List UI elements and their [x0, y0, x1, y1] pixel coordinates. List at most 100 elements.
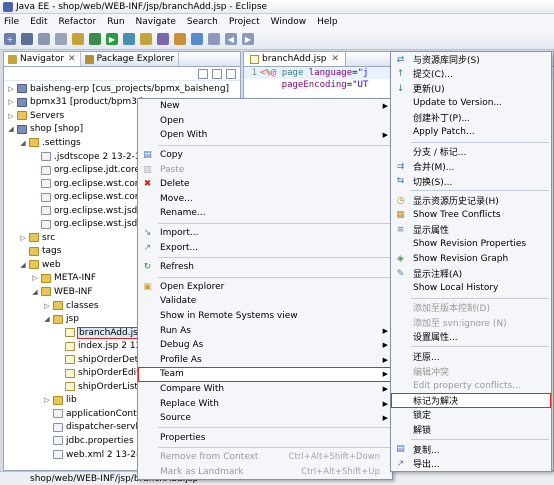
open-type-icon[interactable]	[72, 33, 84, 45]
run-external-icon[interactable]	[123, 33, 135, 45]
menu-item-item-28[interactable]: 解锁	[391, 422, 551, 437]
collapsed-icon[interactable]: ▷	[7, 85, 15, 93]
menu-item-item-27[interactable]: 锁定	[391, 408, 551, 423]
expanded-icon[interactable]: ◢	[7, 125, 15, 133]
menu-item-update-to-version[interactable]: Update to Version...	[391, 96, 551, 111]
menu-item-source[interactable]: Source ▶	[138, 411, 392, 426]
menu-item-u[interactable]: ↓ 更新(U)	[391, 81, 551, 96]
print-icon[interactable]	[55, 33, 67, 45]
menu-project[interactable]: Project	[229, 17, 260, 27]
search-icon[interactable]	[191, 33, 203, 45]
collapsed-icon[interactable]: ▷	[7, 98, 15, 106]
menu-item-h[interactable]: ◷ 显示资源历史记录(H)	[391, 193, 551, 208]
editor-tab-label: branchAdd.jsp	[262, 54, 327, 64]
menu-window[interactable]: Window	[271, 17, 307, 27]
collapsed-icon[interactable]: ▷	[43, 302, 51, 310]
menu-edit[interactable]: Edit	[30, 17, 47, 27]
menu-item-label: 合并(M)...	[413, 162, 455, 173]
close-icon[interactable]: ✕	[68, 54, 76, 64]
menu-item-show-revision-graph[interactable]: ◈ Show Revision Graph	[391, 252, 551, 267]
forward-icon[interactable]: ▶	[242, 33, 254, 45]
menu-refactor[interactable]: Refactor	[59, 17, 97, 27]
close-icon[interactable]: ✕	[331, 54, 339, 64]
back-icon[interactable]: ◀	[225, 33, 237, 45]
tree-item-label: jdbc.properties 2	[66, 435, 143, 446]
menu-item-item-7[interactable]: 分支 / 标记...	[391, 145, 551, 160]
menu-item-move[interactable]: Move...	[138, 192, 392, 207]
menu-item-open-explorer[interactable]: ▣ Open Explorer	[138, 280, 392, 295]
menu-item-a[interactable]: ✎ 显示注释(A)	[391, 266, 551, 281]
menu-item-export[interactable]: ↗ Export...	[138, 240, 392, 255]
tree-item-label: baisheng-erp [cus_projects/bpmx_baisheng…	[30, 83, 230, 94]
menu-file[interactable]: File	[4, 17, 19, 27]
menu-item-apply-patch[interactable]: Apply Patch...	[391, 125, 551, 140]
menu-item-run-as[interactable]: Run As ▶	[138, 323, 392, 338]
menu-item-delete[interactable]: ✖ Delete	[138, 177, 392, 192]
menu-navigate[interactable]: Navigate	[136, 17, 176, 27]
run-icon[interactable]: ▶	[106, 33, 118, 45]
debug-icon[interactable]	[89, 33, 101, 45]
collapsed-icon[interactable]: ▷	[43, 396, 51, 404]
menu-item-item-26[interactable]: 标记为解决	[391, 393, 551, 408]
tree-item[interactable]: ▷ baisheng-erp [cus_projects/bpmx_baishen…	[4, 82, 240, 96]
menu-item-show-tree-conflicts[interactable]: ▦ Show Tree Conflicts	[391, 208, 551, 223]
menu-item-rename[interactable]: Rename...	[138, 206, 392, 221]
menu-run[interactable]: Run	[107, 17, 124, 27]
menu-item-import[interactable]: ↘ Import...	[138, 226, 392, 241]
menu-item-replace-with[interactable]: Replace With ▶	[138, 396, 392, 411]
menu-item-c[interactable]: ↑ 提交(C)...	[391, 67, 551, 82]
save-all-icon[interactable]	[38, 33, 50, 45]
menu-item-item-21[interactable]: 设置属性...	[391, 330, 551, 345]
folder-icon	[53, 395, 63, 405]
tab-navigator[interactable]: Navigator ✕	[4, 52, 81, 66]
submenu-arrow-icon: ▶	[382, 102, 388, 111]
expanded-icon[interactable]: ◢	[43, 315, 51, 323]
menu-item-show-local-history[interactable]: Show Local History	[391, 281, 551, 296]
menu-item-item-30[interactable]: ▤ 复制...	[391, 442, 551, 457]
collapsed-icon[interactable]: ▷	[31, 274, 39, 282]
menu-item-team[interactable]: Team ▶	[138, 367, 392, 382]
menu-item-m[interactable]: ⇉ 合并(M)...	[391, 159, 551, 174]
menu-item-s[interactable]: ⇄ 与资源库同步(S)	[391, 52, 551, 67]
menu-item-validate[interactable]: Validate	[138, 294, 392, 309]
new-icon[interactable]: +	[4, 33, 16, 45]
view-menu-icon[interactable]	[226, 68, 236, 79]
expanded-icon[interactable]: ◢	[31, 288, 39, 296]
menu-item-label: Delete	[160, 179, 190, 190]
menu-item-show-revision-properties[interactable]: Show Revision Properties	[391, 237, 551, 252]
new-class-icon[interactable]	[157, 33, 169, 45]
save-icon[interactable]	[21, 33, 33, 45]
menu-item-s[interactable]: ⇆ 切换(S)...	[391, 174, 551, 189]
next-annotation-icon[interactable]	[208, 33, 220, 45]
menu-item-item-23[interactable]: 还原...	[391, 349, 551, 364]
editor-tab-branchadd[interactable]: branchAdd.jsp ✕	[244, 52, 347, 66]
collapsed-icon[interactable]: ▷	[19, 234, 27, 242]
jsp-icon	[65, 368, 75, 378]
open-resource-icon[interactable]	[174, 33, 186, 45]
new-package-icon[interactable]	[140, 33, 152, 45]
menu-item-copy[interactable]: ▤ Copy	[138, 148, 392, 163]
collapsed-icon[interactable]: ▷	[7, 112, 15, 120]
expanded-icon[interactable]: ◢	[19, 261, 27, 269]
link-editor-icon[interactable]	[212, 68, 222, 79]
menu-item-item-31[interactable]: ↗ 导出...	[391, 456, 551, 471]
expanded-icon[interactable]: ◢	[19, 139, 27, 147]
menu-item-p[interactable]: 创建补丁(P)...	[391, 110, 551, 125]
menu-item-open-with[interactable]: Open With ▶	[138, 128, 392, 143]
menu-search[interactable]: Search	[187, 17, 218, 27]
menu-item-compare-with[interactable]: Compare With ▶	[138, 382, 392, 397]
menu-item-refresh[interactable]: ↻ Refresh	[138, 260, 392, 275]
menu-help[interactable]: Help	[317, 17, 338, 27]
menu-item-item-13[interactable]: ≡ 显示属性	[391, 223, 551, 238]
menu-item-debug-as[interactable]: Debug As ▶	[138, 338, 392, 353]
collapse-all-icon[interactable]	[198, 68, 208, 79]
tree-item-label: WEB-INF	[54, 286, 93, 297]
tab-package-explorer[interactable]: Package Explorer	[81, 52, 180, 66]
menu-item-show-in-remote-systems-view[interactable]: Show in Remote Systems view	[138, 309, 392, 324]
menu-item-properties[interactable]: Properties	[138, 430, 392, 445]
menu-item-profile-as[interactable]: Profile As ▶	[138, 353, 392, 368]
menu-item-new[interactable]: New ▶	[138, 99, 392, 114]
merge-icon: ⇉	[396, 161, 405, 172]
file-icon	[41, 206, 51, 216]
menu-item-open[interactable]: Open	[138, 114, 392, 129]
